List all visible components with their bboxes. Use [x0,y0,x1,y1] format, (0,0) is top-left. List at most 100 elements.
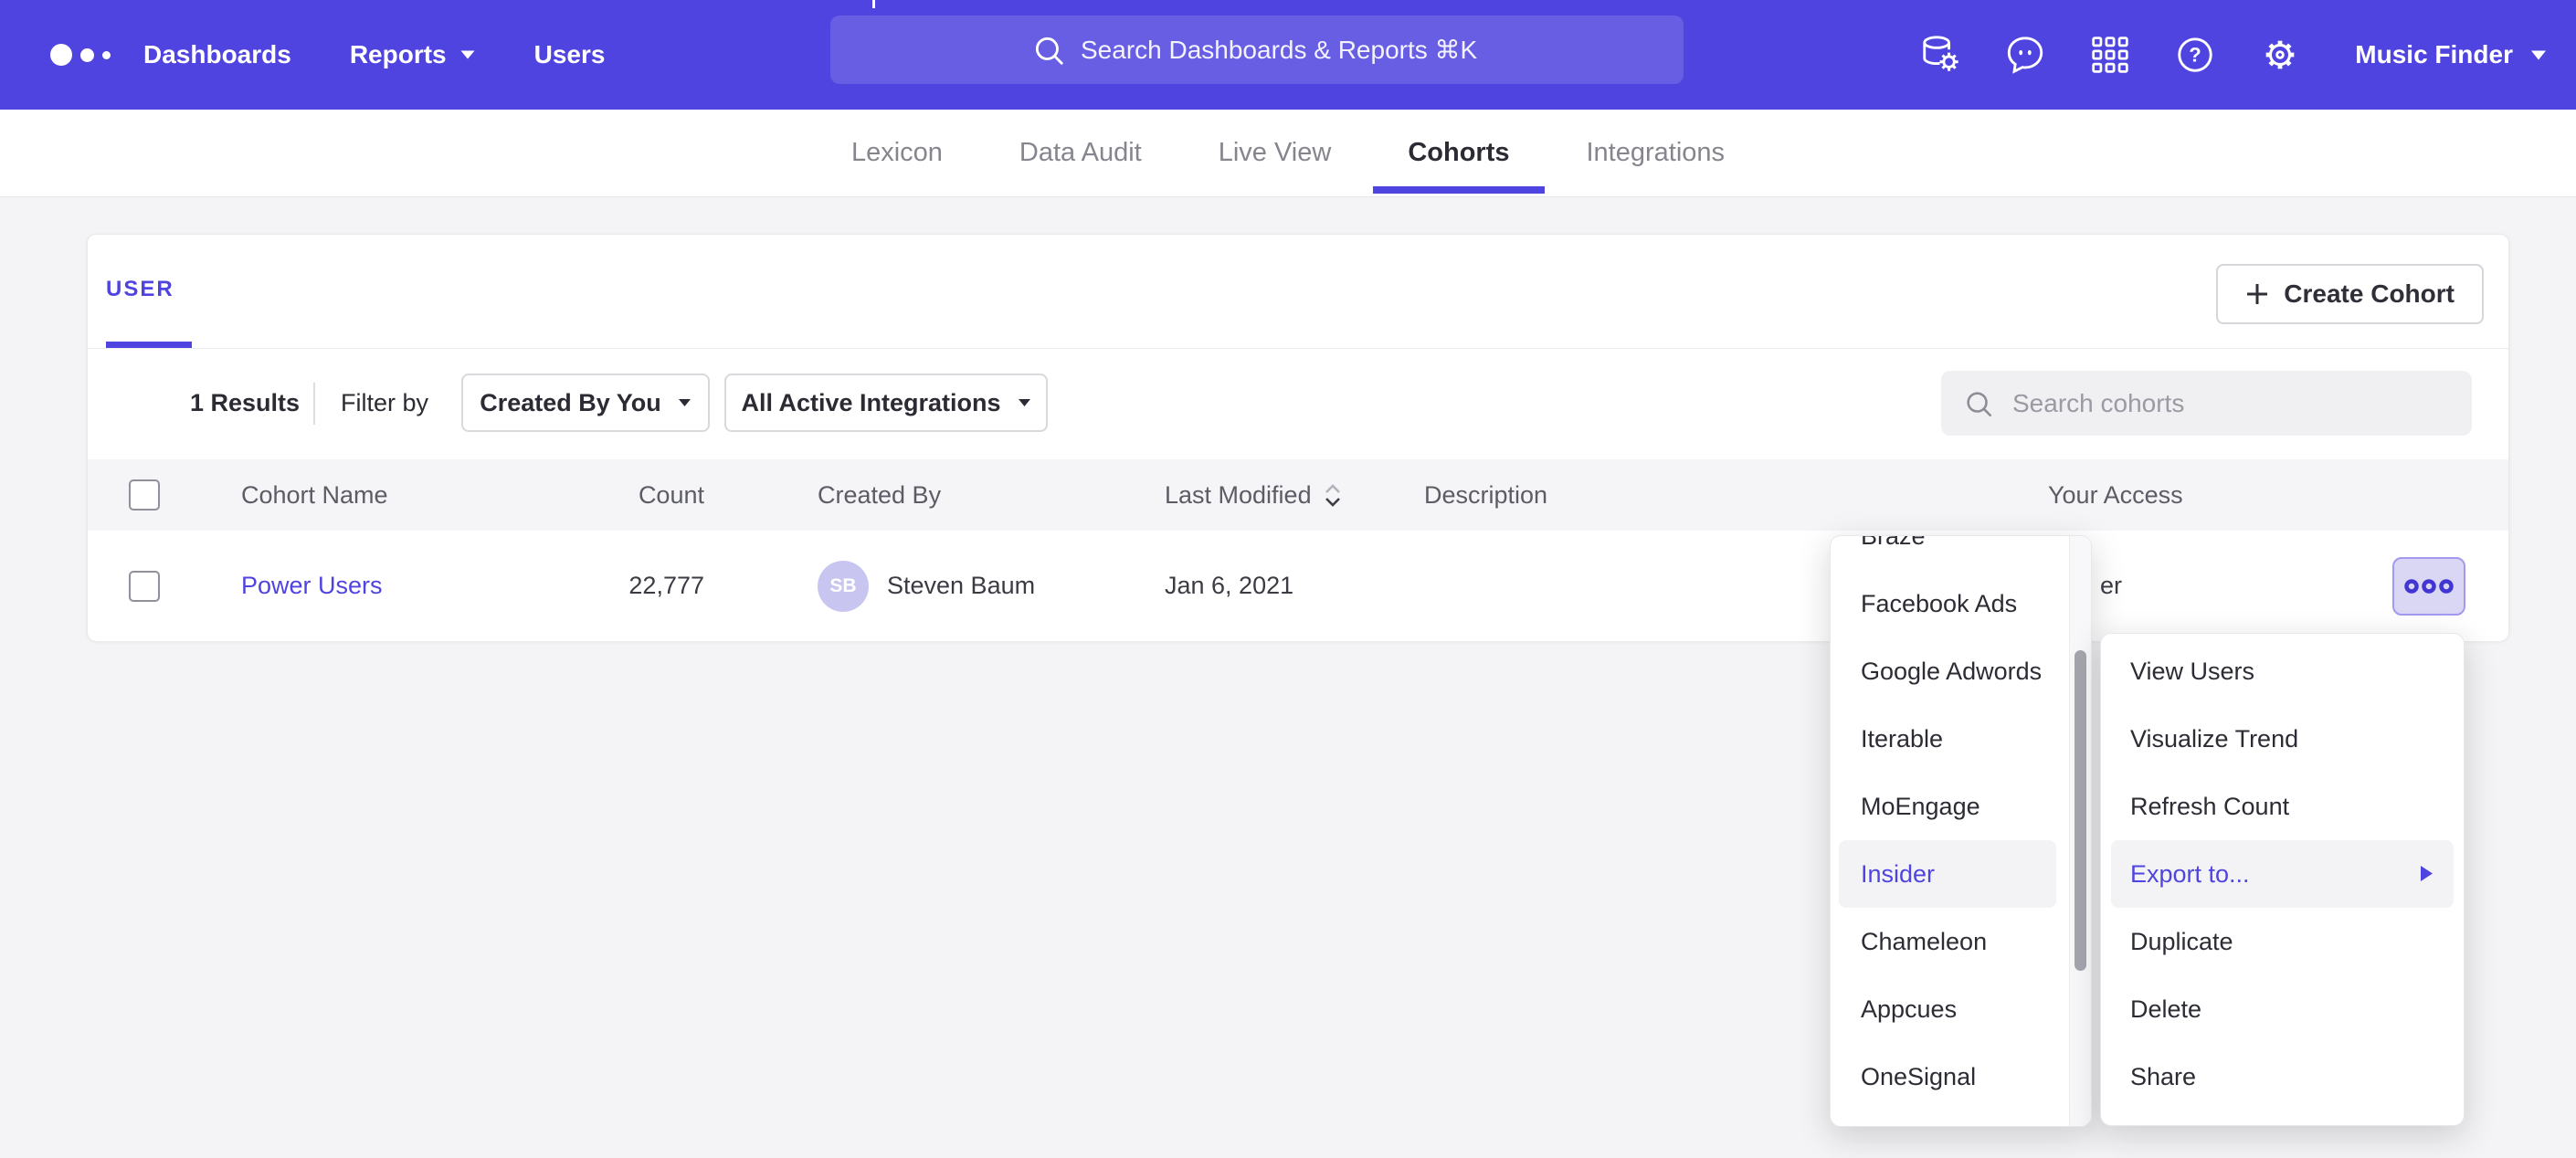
database-gear-icon [1919,34,1961,76]
feedback-button[interactable] [2004,34,2046,76]
divider [313,383,315,425]
chevron-down-icon [2529,49,2548,61]
tab-integrations[interactable]: Integrations [1552,110,1760,196]
filter-created-by-dropdown[interactable]: Created By You [461,374,710,432]
column-header-your-access: Your Access [2048,459,2183,531]
menu-item-visualize-trend[interactable]: Visualize Trend [2101,705,2464,773]
tab-live-view[interactable]: Live View [1184,110,1367,196]
global-search[interactable] [830,16,1684,84]
tab-data-audit[interactable]: Data Audit [985,110,1177,196]
help-button[interactable]: ? [2174,34,2216,76]
global-search-input[interactable] [1081,36,1483,65]
chevron-down-icon [678,398,692,407]
submenu-item-insider[interactable]: Insider [1839,840,2056,908]
created-by-value: Steven Baum [887,531,1035,641]
filter-created-by-label: Created By You [480,389,661,417]
row-checkbox[interactable] [129,571,160,602]
gear-icon [2259,34,2301,76]
column-header-count: Count [508,459,704,531]
submenu-item-appcues[interactable]: Appcues [1831,975,2069,1043]
submenu-scrollbar[interactable] [2069,536,2091,1126]
submenu-item-chameleon[interactable]: Chameleon [1831,908,2069,975]
nav-item-dashboards[interactable]: Dashboards [143,40,291,69]
settings-button[interactable] [2259,34,2301,76]
row-actions-button[interactable] [2392,557,2465,616]
logo-dot-medium [80,48,94,62]
cohorts-card: USER Create Cohort 1 Results Filter by C… [87,234,2509,641]
menu-item-export-to[interactable]: Export to... [2111,840,2454,908]
cohort-name-link[interactable]: Power Users [241,572,383,600]
filter-integrations-label: All Active Integrations [741,389,1000,417]
submenu-item-iterable[interactable]: Iterable [1831,705,2069,773]
nav-item-reports-label: Reports [350,40,447,69]
select-all-checkbox[interactable] [129,479,160,511]
logo-dot-large [50,44,72,66]
filter-integrations-dropdown[interactable]: All Active Integrations [724,374,1048,432]
menu-item-export-to-label: Export to... [2130,860,2250,889]
scrollbar-thumb[interactable] [2075,650,2086,971]
row-actions-menu: View Users Visualize Trend Refresh Count… [2100,633,2465,1126]
tab-lexicon[interactable]: Lexicon [817,110,977,196]
user-tab-indicator [106,342,192,348]
menu-item-share[interactable]: Share [2101,1043,2464,1111]
results-count: 1 Results [190,389,300,417]
table-header: Cohort Name Count Created By Last Modifi… [88,459,2508,531]
cursor-artifact [872,0,875,8]
submenu-item-braze[interactable]: Braze [1831,535,2069,570]
section-tab-bar: Lexicon Data Audit Live View Cohorts Int… [0,110,2576,197]
cohort-count: 22,777 [508,531,704,641]
primary-nav: Dashboards Reports Users [143,0,605,110]
app-window: Dashboards Reports Users [0,0,2576,1158]
create-cohort-button[interactable]: Create Cohort [2216,264,2484,324]
your-access-value: er [2100,531,2122,641]
menu-item-duplicate[interactable]: Duplicate [2101,908,2464,975]
help-icon: ? [2174,34,2216,76]
svg-text:?: ? [2190,44,2201,67]
top-nav: Dashboards Reports Users [0,0,2576,110]
sort-icon [1323,483,1343,508]
nav-actions: ? Music Finder [1919,0,2548,110]
plus-icon [2245,282,2269,306]
project-name: Music Finder [2355,40,2513,69]
cohort-search-input[interactable] [2012,389,2450,418]
submenu-item-moengage[interactable]: MoEngage [1831,773,2069,840]
column-header-last-modified[interactable]: Last Modified [1165,459,1343,531]
project-switcher[interactable]: Music Finder [2355,40,2548,69]
mixpanel-logo[interactable] [50,0,111,110]
create-cohort-label: Create Cohort [2284,279,2455,309]
search-icon [1963,388,1994,419]
menu-item-delete[interactable]: Delete [2101,975,2464,1043]
filter-by-label: Filter by [341,389,428,417]
menu-item-refresh-count[interactable]: Refresh Count [2101,773,2464,840]
grid-icon [2090,35,2130,75]
table-row[interactable]: Power Users 22,777 SB Steven Baum Jan 6,… [88,531,2508,641]
submenu-arrow-icon [2420,865,2433,882]
row-actions-list: View Users Visualize Trend Refresh Count… [2101,637,2464,1111]
chevron-down-icon [459,49,476,60]
last-modified-value: Jan 6, 2021 [1165,531,1293,641]
active-tab-indicator [1373,186,1544,194]
apps-grid-button[interactable] [2089,34,2131,76]
column-header-created-by: Created By [818,459,941,531]
cohort-search[interactable] [1941,371,2472,436]
export-submenu: Braze Facebook Ads Google Adwords Iterab… [1830,535,2092,1127]
submenu-item-facebook-ads[interactable]: Facebook Ads [1831,570,2069,637]
divider [88,348,2508,349]
ellipsis-icon [2403,578,2455,595]
chevron-down-icon [1018,398,1031,407]
chat-bubble-icon [2004,34,2046,76]
data-management-button[interactable] [1919,34,1961,76]
submenu-item-onesignal[interactable]: OneSignal [1831,1043,2069,1111]
column-header-last-modified-label: Last Modified [1165,481,1312,510]
nav-item-users[interactable]: Users [534,40,606,69]
menu-item-view-users[interactable]: View Users [2101,637,2464,705]
nav-item-reports[interactable]: Reports [350,40,476,69]
column-header-cohort-name: Cohort Name [241,459,388,531]
submenu-item-google-adwords[interactable]: Google Adwords [1831,637,2069,705]
export-submenu-list: Braze Facebook Ads Google Adwords Iterab… [1831,535,2069,1111]
avatar: SB [818,561,869,612]
search-icon [1031,33,1066,68]
logo-dot-small [102,51,111,59]
tab-cohorts[interactable]: Cohorts [1373,110,1544,196]
tab-user-cohorts[interactable]: USER [106,277,174,302]
